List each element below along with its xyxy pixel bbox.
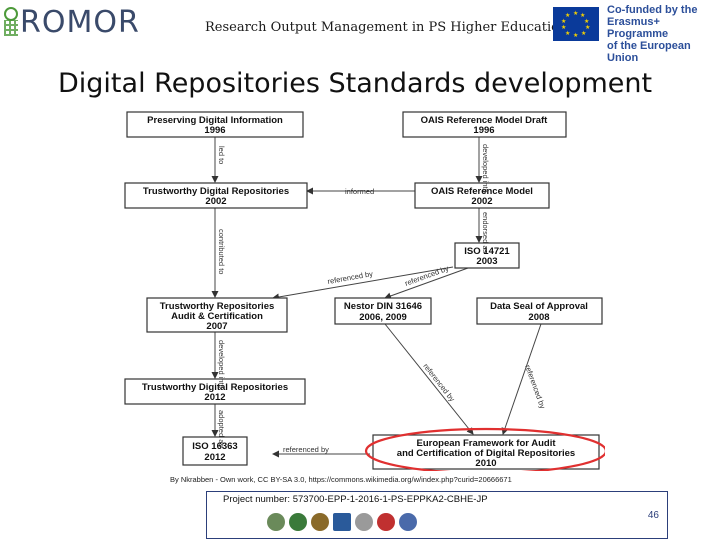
label-referenced-by-2: referenced by bbox=[404, 264, 450, 288]
iso16363-name: ISO 16363 bbox=[192, 441, 237, 452]
oais-draft-year: 1996 bbox=[473, 125, 494, 136]
tdrac-year: 2007 bbox=[206, 321, 227, 332]
partner-logo-icon bbox=[355, 513, 373, 531]
partner-logo-icon bbox=[311, 513, 329, 531]
iso14721-year: 2003 bbox=[476, 256, 497, 267]
eu-cofunding-text: Co-funded by the Erasmus+ Programme of t… bbox=[607, 4, 698, 64]
iso16363-year: 2012 bbox=[204, 452, 225, 463]
tdr2012-year: 2012 bbox=[204, 392, 225, 403]
label-endorsed-as: endorsed as bbox=[481, 212, 490, 254]
partner-logo-icon bbox=[333, 513, 351, 531]
romor-logo-icon bbox=[4, 7, 18, 37]
partner-logo-icon bbox=[289, 513, 307, 531]
pdi-year: 1996 bbox=[204, 125, 225, 136]
partner-logo-icon bbox=[377, 513, 395, 531]
ef-year: 2010 bbox=[475, 458, 496, 469]
logo-text: ROMOR bbox=[20, 4, 140, 40]
dsa-year: 2008 bbox=[528, 312, 549, 323]
partner-logos bbox=[267, 513, 417, 531]
oais2002-year: 2002 bbox=[471, 196, 492, 207]
label-referenced-by-1: referenced by bbox=[327, 269, 374, 286]
tdr2002-year: 2002 bbox=[205, 196, 226, 207]
page-number: 46 bbox=[647, 510, 659, 521]
romor-logo: ROMOR bbox=[4, 4, 140, 40]
slide-title: Digital Repositories Standards developme… bbox=[58, 68, 653, 99]
project-number: Project number: 573700-EPP-1-2016-1-PS-E… bbox=[223, 494, 488, 505]
label-led-to: led to bbox=[217, 146, 226, 164]
edge-nestor-ef bbox=[384, 323, 474, 435]
label-adopted-as: adopted as bbox=[217, 410, 226, 447]
dsa-name: Data Seal of Approval bbox=[490, 301, 588, 312]
eu-flag-icon: ★ ★ ★ ★ ★ ★ ★ ★ ★ ★ bbox=[553, 7, 599, 41]
label-developed-into-1: developed into bbox=[481, 144, 490, 193]
label-contributed-to: contributed to bbox=[217, 229, 226, 274]
standards-diagram: Preserving Digital Information 1996 OAIS… bbox=[123, 104, 608, 475]
nestor-year: 2006, 2009 bbox=[359, 312, 407, 323]
label-informed: informed bbox=[345, 187, 374, 196]
image-caption: By Nkrabben - Own work, CC BY-SA 3.0, ht… bbox=[170, 475, 512, 484]
header-title: Research Output Management in PS Higher … bbox=[205, 20, 568, 35]
nestor-name: Nestor DIN 31646 bbox=[344, 301, 422, 312]
header: ROMOR Research Output Management in PS H… bbox=[0, 0, 720, 64]
footer: Project number: 573700-EPP-1-2016-1-PS-E… bbox=[206, 491, 668, 539]
label-referenced-by-5: referenced by bbox=[523, 364, 547, 410]
partner-logo-icon bbox=[399, 513, 417, 531]
partner-logo-icon bbox=[267, 513, 285, 531]
label-referenced-by-4: referenced by bbox=[283, 445, 329, 454]
label-referenced-by-3: referenced by bbox=[421, 362, 456, 404]
label-developed-into-2: developed into bbox=[217, 340, 226, 389]
